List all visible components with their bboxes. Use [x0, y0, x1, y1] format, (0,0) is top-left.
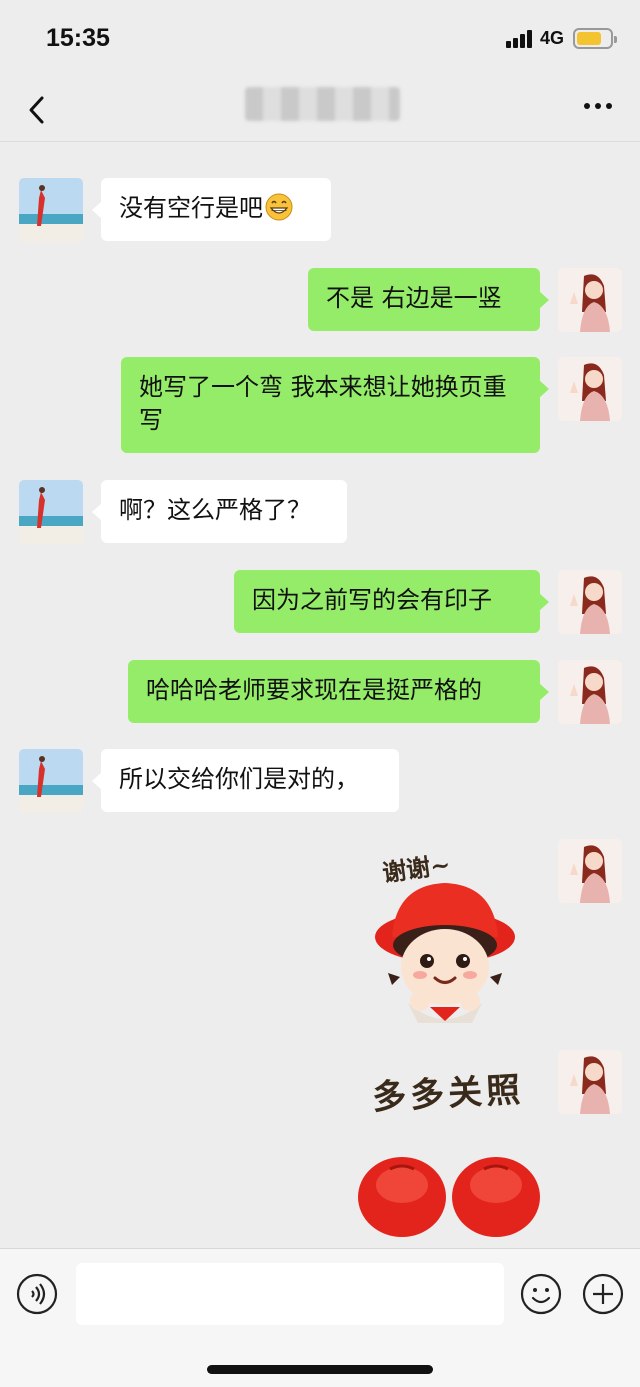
user-avatar[interactable] — [558, 660, 622, 724]
input-bar — [0, 1248, 640, 1387]
message-bubble-outgoing[interactable]: 她写了一个弯 我本来想让她换页重写 — [121, 357, 549, 453]
message-text: 啊？这么严格了？ — [119, 496, 311, 524]
user-avatar[interactable] — [558, 570, 622, 634]
status-time: 15:35 — [46, 24, 110, 52]
message-bubble-incoming[interactable]: 没有空行是吧 — [92, 178, 331, 241]
user-avatar[interactable] — [558, 839, 622, 903]
message-input[interactable] — [76, 1263, 504, 1325]
contact-avatar[interactable] — [19, 749, 83, 813]
user-avatar[interactable] — [558, 1050, 622, 1114]
more-dots-icon[interactable] — [578, 93, 618, 117]
chat-title-blurred — [245, 87, 400, 121]
message-text: 她写了一个弯 我本来想让她换页重写 — [139, 373, 507, 434]
plus-icon[interactable] — [582, 1273, 624, 1315]
message-bubble-outgoing[interactable]: 不是 右边是一竖 — [308, 268, 549, 331]
message-text: 没有空行是吧 — [119, 194, 263, 222]
message-bubble-outgoing[interactable]: 因为之前写的会有印子 — [234, 570, 549, 633]
message-bubble-incoming[interactable]: 所以交给你们是对的， — [92, 749, 399, 812]
message-text: 因为之前写的会有印子 — [252, 586, 492, 614]
sticker-thanks[interactable]: 谢谢~ — [360, 845, 530, 1030]
sticker-partial[interactable] — [356, 1145, 542, 1248]
message-text: 不是 右边是一竖 — [326, 284, 502, 312]
sticker-caption: 多多关照 — [371, 1070, 526, 1118]
voice-icon[interactable] — [16, 1273, 58, 1315]
grinning-face-icon — [265, 193, 293, 221]
user-avatar[interactable] — [558, 357, 622, 421]
status-bar: 15:35 4G — [0, 0, 640, 78]
sticker-text[interactable]: 多多关照 — [371, 1062, 532, 1118]
message-text: 所以交给你们是对的， — [119, 765, 359, 793]
message-text: 哈哈哈老师要求现在是挺严格的 — [146, 676, 482, 704]
message-bubble-incoming[interactable]: 啊？这么严格了？ — [92, 480, 347, 543]
chevron-left-icon[interactable] — [20, 90, 60, 130]
signal-icon — [506, 30, 534, 48]
network-label: 4G — [540, 28, 565, 48]
contact-avatar[interactable] — [19, 480, 83, 544]
emoji-icon[interactable] — [520, 1273, 562, 1315]
contact-avatar[interactable] — [19, 178, 83, 242]
message-bubble-outgoing[interactable]: 哈哈哈老师要求现在是挺严格的 — [128, 660, 549, 723]
red-hat-partial-icon — [358, 1157, 540, 1237]
chat-header — [0, 78, 640, 142]
battery-icon — [573, 28, 617, 49]
home-indicator — [207, 1365, 433, 1374]
user-avatar[interactable] — [558, 268, 622, 332]
